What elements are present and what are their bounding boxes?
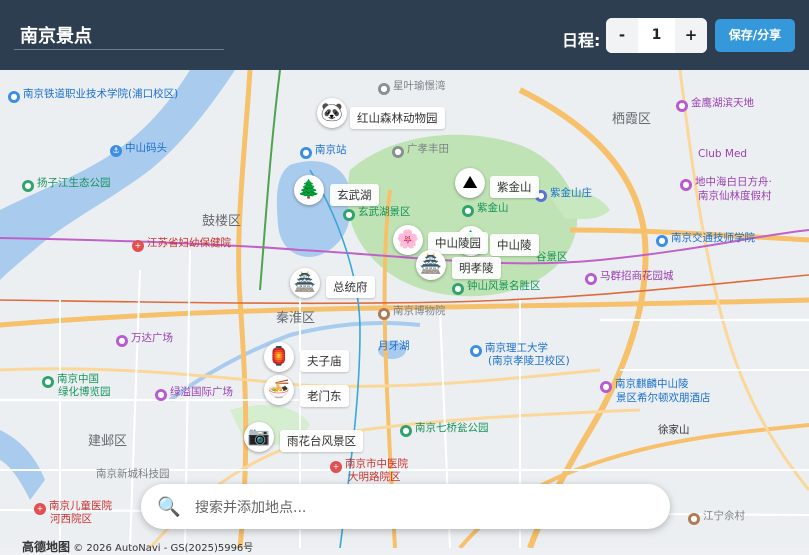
map-label[interactable]: ● 钟山风景名胜区 (452, 280, 541, 295)
search-input[interactable] (193, 492, 647, 524)
camera-icon[interactable]: 📷 (244, 422, 274, 452)
trip-title-input[interactable] (14, 20, 224, 50)
marker-label[interactable]: 明孝陵 (452, 257, 501, 279)
map-label[interactable]: ● 扬子江生态公园 (22, 177, 111, 192)
lantern-icon[interactable]: 🏮 (264, 342, 294, 372)
blossom-icon[interactable]: 🌸 (393, 225, 423, 255)
map-label[interactable]: 大明路院区 (348, 471, 401, 483)
castle-icon[interactable]: 🏯 (416, 250, 446, 280)
map-label[interactable]: ● 玄武湖景区 (343, 206, 411, 221)
castle-icon[interactable]: 🏯 (290, 268, 320, 298)
days-stepper: - 1 + (606, 18, 707, 53)
map-label[interactable]: ● 南京麒麟中山陵 (600, 378, 689, 393)
map-label[interactable]: ● 金鹰湖滨天地 (676, 97, 754, 112)
map-label[interactable]: ● 南京博物院 (378, 305, 446, 320)
map-label[interactable]: ● 紫金山庄 (535, 187, 592, 202)
panda-icon[interactable]: 🐼 (317, 98, 347, 128)
marker-label[interactable]: 夫子庙 (300, 350, 349, 372)
map-label[interactable]: ● 南京站 (300, 144, 347, 159)
district-label: 栖霞区 (612, 112, 652, 127)
map-label[interactable]: ● 广孝丰田 (392, 143, 449, 158)
noodle-icon[interactable]: 🍜 (264, 375, 294, 405)
days-label: 日程: (562, 31, 601, 50)
map-label[interactable]: ● 南京铁道职业技术学院(浦口校区) (8, 88, 178, 103)
map-label[interactable]: ● 万达广场 (116, 332, 173, 347)
marker-label[interactable]: 紫金山 (490, 176, 539, 198)
map-label[interactable]: ● 南京七桥瓮公园 (400, 422, 489, 437)
map-label[interactable]: ● 马群招商花园城 (585, 270, 674, 285)
map-label[interactable]: 月牙湖 (378, 340, 410, 352)
decrease-days-button[interactable]: - (606, 18, 638, 53)
top-bar: 日程: - 1 + 保存/分享 (0, 0, 809, 70)
district-label: 秦淮区 (276, 311, 316, 326)
map-copyright: © 2026 AutoNavi - GS(2025)5996号 (73, 543, 254, 554)
map-label[interactable]: 绿化博览园 (58, 386, 111, 398)
district-label: 建邺区 (88, 434, 128, 449)
marker-label[interactable]: 老门东 (300, 385, 349, 407)
map-label[interactable]: ● 紫金山 (462, 202, 509, 217)
map-label[interactable]: ● 南京交通技师学院 (656, 232, 755, 247)
days-value[interactable]: 1 (638, 18, 675, 53)
marker-label[interactable]: 红山森林动物园 (350, 107, 445, 129)
map-label[interactable]: 河西院区 (50, 513, 92, 525)
search-bar[interactable]: 🔍 (141, 484, 670, 529)
map-attribution: 高德地图 © 2026 AutoNavi - GS(2025)5996号 (22, 538, 253, 555)
save-share-button[interactable]: 保存/分享 (715, 19, 795, 52)
map-label[interactable]: Club Med (698, 148, 747, 160)
mountain-icon[interactable]: ⛰ (455, 168, 485, 198)
map-label[interactable]: ● 星叶瑜憬湾 (378, 80, 446, 95)
map-label[interactable]: ● 江宁佘村 (688, 510, 745, 525)
tree-icon[interactable]: 🌲 (294, 175, 324, 205)
map-label[interactable]: 谷景区 (536, 251, 568, 263)
increase-days-button[interactable]: + (675, 18, 707, 53)
map-label[interactable]: ⚓ 中山码头 (110, 142, 167, 157)
marker-label[interactable]: 雨花台风景区 (280, 430, 363, 452)
marker-label[interactable]: 中山陵 (490, 234, 539, 256)
map-brand: 高德地图 (22, 540, 71, 554)
marker-label[interactable]: 总统府 (326, 276, 375, 298)
map-label: 徐家山 (658, 424, 690, 436)
map-label[interactable]: + 江苏省妇幼保健院 (132, 237, 231, 252)
search-icon: 🔍 (157, 496, 181, 518)
map-label[interactable]: ● 绿溢国际广场 (155, 386, 233, 401)
map-view[interactable]: ● 南京铁道职业技术学院(浦口校区) ● 星叶瑜憬湾 ⚓ 中山码头 ● 南京站 ● 广孝丰… (0, 70, 809, 548)
map-label[interactable]: 景区希尔顿欢朋酒店 (616, 392, 711, 404)
district-label: 鼓楼区 (202, 214, 242, 229)
marker-label[interactable]: 玄武湖 (330, 184, 379, 206)
map-label[interactable]: (南京孝陵卫校区) (488, 355, 570, 367)
map-label[interactable]: 南京仙林度假村 (698, 190, 772, 202)
map-label[interactable]: 南京新城科技园 (96, 468, 170, 480)
map-label[interactable]: ● 地中海白日方舟· (680, 176, 772, 191)
